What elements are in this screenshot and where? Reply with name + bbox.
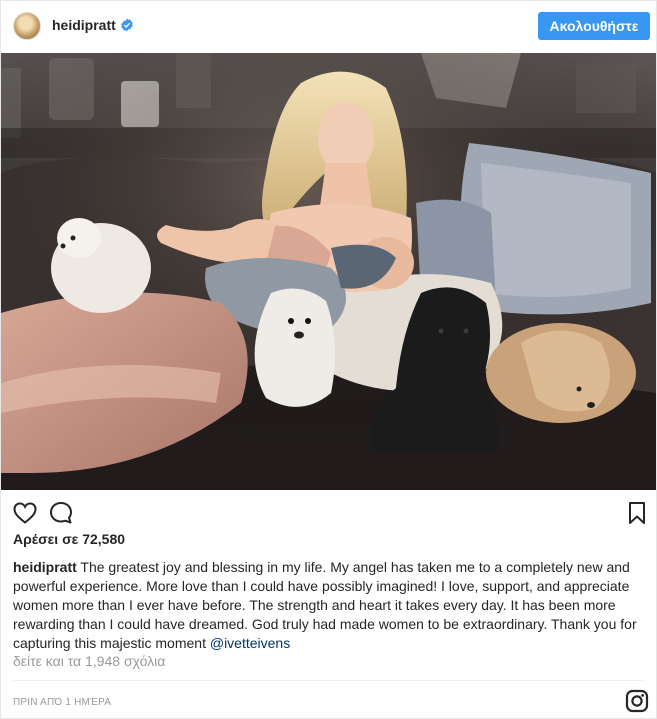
- comment-bubble-icon[interactable]: [48, 500, 74, 526]
- follow-button[interactable]: Ακολουθήστε: [538, 12, 650, 40]
- username-row: heidipratt: [52, 17, 134, 33]
- view-comments-link[interactable]: δείτε και τα 1,948 σχόλια: [13, 653, 165, 669]
- caption-mention-link[interactable]: @ivetteivens: [210, 635, 290, 651]
- caption-text: The greatest joy and blessing in my life…: [13, 559, 637, 651]
- avatar[interactable]: [13, 12, 41, 40]
- likes-count[interactable]: Αρέσει σε 72,580: [13, 531, 125, 547]
- divider: [13, 680, 644, 681]
- post-actions: [1, 491, 656, 533]
- post-card: heidipratt Ακολουθήστε Αρέσει σε 72,580 …: [0, 0, 657, 719]
- post-header: heidipratt Ακολουθήστε: [1, 1, 656, 52]
- username-link[interactable]: heidipratt: [52, 17, 116, 33]
- post-photo[interactable]: [1, 53, 656, 490]
- post-caption: heidipratt The greatest joy and blessing…: [13, 558, 643, 653]
- photo-illustration: [1, 53, 656, 490]
- verified-badge-icon: [121, 18, 133, 32]
- post-timestamp[interactable]: ΠΡΙΝ ΑΠΌ 1 ΗΜΈΡΑ: [13, 697, 111, 708]
- heart-icon[interactable]: [12, 500, 38, 526]
- caption-username[interactable]: heidipratt: [13, 559, 77, 575]
- instagram-icon[interactable]: [625, 689, 649, 713]
- bookmark-icon[interactable]: [624, 500, 650, 526]
